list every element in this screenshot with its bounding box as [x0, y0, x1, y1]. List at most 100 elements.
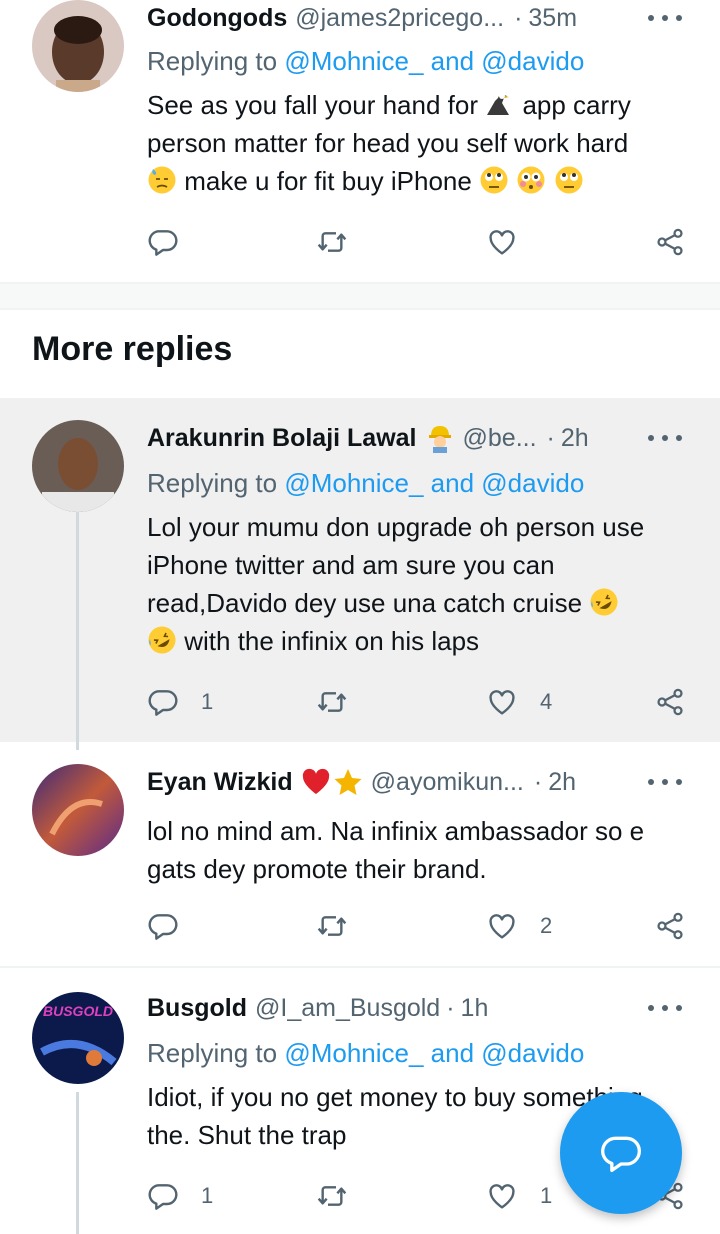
like-count: 1	[540, 1183, 553, 1208]
downcast-sweat-emoji	[148, 166, 176, 194]
timestamp[interactable]: 2h	[561, 424, 589, 453]
tweet-text-line: iPhone twitter and am sure you can	[147, 550, 555, 580]
compose-reply-button[interactable]	[560, 1092, 682, 1214]
timestamp[interactable]: 35m	[528, 4, 577, 33]
separator-dot: ·	[514, 3, 523, 32]
like-button[interactable]	[486, 220, 518, 264]
replying-prefix: Replying to	[147, 1038, 278, 1068]
rolling-eyes-emoji	[480, 166, 508, 194]
avatar[interactable]	[32, 764, 124, 856]
more-options-icon[interactable]	[648, 0, 682, 38]
retweet-button[interactable]	[316, 1174, 348, 1218]
rolling-eyes-emoji	[555, 166, 583, 194]
like-button[interactable]: 1	[486, 1174, 552, 1218]
tweet-actions	[0, 220, 720, 264]
reply-icon	[147, 226, 179, 258]
more-replies-heading: More replies	[32, 330, 233, 368]
tweet[interactable]: Arakunrin Bolaji Lawal @be... · 2h Reply…	[0, 398, 720, 750]
reply-button[interactable]	[147, 904, 179, 948]
replying-mentions[interactable]: @Mohnice_ and @davido	[284, 468, 584, 498]
timestamp[interactable]: 2h	[548, 768, 576, 797]
reply-button[interactable]	[147, 220, 179, 264]
tweet-text-line: app carry	[522, 90, 631, 120]
share-icon	[654, 226, 686, 258]
reply-button[interactable]: 1	[147, 1174, 213, 1218]
tweet-actions: 1 4	[0, 680, 720, 724]
reply-count: 1	[201, 689, 214, 714]
tweet-text-line: gats dey promote their brand.	[147, 854, 487, 884]
avatar[interactable]: BUSGOLD	[32, 992, 124, 1084]
handle[interactable]: @I_am_Busgold	[255, 994, 440, 1023]
retweet-icon	[316, 226, 348, 258]
more-options-icon[interactable]	[648, 418, 682, 458]
replying-prefix: Replying to	[147, 468, 278, 498]
more-options-icon[interactable]	[648, 988, 682, 1028]
replying-mentions[interactable]: @Mohnice_ and @davido	[284, 1038, 584, 1068]
section-divider	[0, 282, 720, 310]
handle[interactable]: @be...	[463, 424, 537, 453]
more-options-icon[interactable]	[648, 762, 682, 802]
reply-button[interactable]: 1	[147, 680, 213, 724]
retweet-button[interactable]	[316, 680, 348, 724]
reply-icon	[147, 1180, 179, 1212]
tweet[interactable]: Eyan Wizkid @ayomikun... · 2h lol no min…	[0, 742, 720, 966]
reply-icon	[147, 910, 179, 942]
share-button[interactable]	[654, 220, 686, 264]
heart-icon	[486, 226, 518, 258]
tweet-header: Busgold @I_am_Busgold · 1h	[147, 988, 700, 1028]
like-button[interactable]: 4	[486, 680, 552, 724]
heart-icon	[486, 910, 518, 942]
tweet-header: Godongods @james2pricego... · 35m	[147, 0, 700, 38]
separator-dot: ·	[533, 767, 543, 796]
reply-count: 1	[201, 1183, 214, 1208]
timestamp[interactable]: 1h	[461, 994, 489, 1023]
construction-worker-emoji	[428, 426, 451, 453]
display-name[interactable]: Eyan Wizkid	[147, 768, 293, 797]
share-button[interactable]	[654, 904, 686, 948]
replying-to: Replying to @Mohnice_ and @davido	[147, 468, 584, 499]
avatar-logo-text: BUSGOLD	[43, 1003, 113, 1019]
like-button[interactable]: 2	[486, 904, 552, 948]
tweet-text-line: read,Davido dey use una catch cruise	[147, 588, 583, 618]
retweet-icon	[316, 1180, 348, 1212]
tweet-text-line: with the infinix on his laps	[184, 626, 480, 656]
share-icon	[654, 686, 686, 718]
display-name[interactable]: Arakunrin Bolaji Lawal	[147, 424, 417, 453]
display-name[interactable]: Godongods	[147, 4, 287, 33]
tweet-text: lol no mind am. Na infinix ambassador so…	[147, 812, 697, 888]
reply-icon	[147, 686, 179, 718]
tweet-text-line: person matter for head you self work har…	[147, 128, 629, 158]
avatar[interactable]	[32, 420, 124, 512]
avatar[interactable]	[32, 0, 124, 92]
tweet-text-line: See as you fall your hand for	[147, 90, 478, 120]
rofl-emoji	[590, 588, 618, 616]
red-heart-emoji	[302, 768, 329, 794]
separator-dot: ·	[446, 993, 455, 1022]
display-name[interactable]: Busgold	[147, 994, 247, 1023]
tweet-text-line: lol no mind am. Na infinix ambassador so…	[147, 816, 645, 846]
heart-icon	[486, 686, 518, 718]
replying-to: Replying to @Mohnice_ and @davido	[147, 46, 584, 77]
share-button[interactable]	[654, 680, 686, 724]
retweet-button[interactable]	[316, 220, 348, 264]
tweet-text-line: make u for fit buy iPhone	[184, 166, 472, 196]
tweet[interactable]: Godongods @james2pricego... · 35m Replyi…	[0, 0, 720, 282]
replying-prefix: Replying to	[147, 46, 278, 76]
like-count: 4	[540, 689, 553, 714]
tweet-header: Eyan Wizkid @ayomikun... · 2h	[147, 762, 700, 802]
eagle-emoji	[485, 89, 515, 119]
retweet-button[interactable]	[316, 904, 348, 948]
tweet-text: See as you fall your hand for app carry …	[147, 86, 697, 200]
tweet-actions: 2	[0, 904, 720, 948]
replying-mentions[interactable]: @Mohnice_ and @davido	[284, 46, 584, 76]
handle[interactable]: @james2pricego...	[295, 4, 504, 33]
star-emoji	[334, 769, 362, 795]
share-icon	[654, 910, 686, 942]
handle[interactable]: @ayomikun...	[371, 768, 524, 797]
like-count: 2	[540, 913, 553, 938]
heart-icon	[486, 1180, 518, 1212]
retweet-icon	[316, 686, 348, 718]
tweet-text: Lol your mumu don upgrade oh person use …	[147, 508, 697, 660]
retweet-icon	[316, 910, 348, 942]
flushed-emoji	[517, 166, 545, 194]
